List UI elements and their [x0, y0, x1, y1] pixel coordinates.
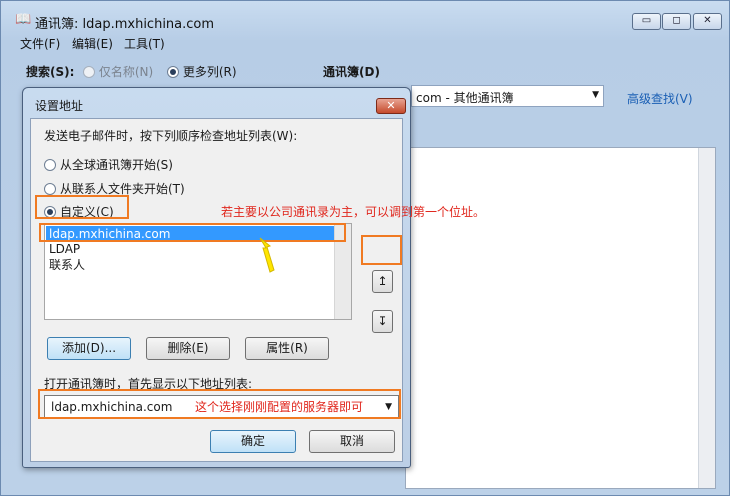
annotation-note-top: 若主要以公司通讯录为主，可以调到第一个位址。: [221, 205, 486, 219]
dialog-title: 设置地址: [35, 99, 84, 113]
menu-edit[interactable]: 编辑(E): [72, 35, 113, 52]
yellow-arrow-icon: [259, 237, 275, 273]
radio-contacts-label: 从联系人文件夹开始(T): [60, 182, 185, 196]
ok-button[interactable]: 确定: [210, 430, 296, 453]
address-book-select[interactable]: com - 其他通讯簿 ▼: [411, 85, 604, 107]
window-title: 通讯簿: ldap.mxhichina.com: [35, 17, 215, 32]
address-book-icon: 📖: [15, 12, 32, 27]
annotation-note-select: 这个选择刚刚配置的服务器即可: [195, 398, 364, 415]
arrow-down-icon: ↧: [377, 314, 388, 328]
dialog-close-button[interactable]: ✕: [376, 98, 406, 114]
radio-name-label: 仅名称(N): [98, 65, 154, 79]
results-list[interactable]: [405, 147, 716, 489]
add-button[interactable]: 添加(D)...: [47, 337, 131, 360]
move-down-button[interactable]: ↧: [372, 310, 393, 333]
arrow-up-icon: ↥: [377, 274, 388, 288]
radio-more-label: 更多列(R): [182, 65, 237, 79]
properties-button[interactable]: 属性(R): [245, 337, 329, 360]
move-up-button[interactable]: ↥: [372, 270, 393, 293]
list-item[interactable]: LDAP: [46, 241, 334, 257]
radio-icon: [83, 66, 95, 78]
menu-bar: 文件(F) 编辑(E) 工具(T): [1, 32, 729, 52]
close-icon: ✕: [386, 99, 396, 112]
delete-button[interactable]: 删除(E): [146, 337, 230, 360]
chevron-down-icon: ▼: [592, 90, 599, 100]
menu-tools[interactable]: 工具(T): [124, 35, 165, 52]
highlight-up-button: [361, 235, 402, 265]
address-book-label: 通讯簿(D): [323, 65, 380, 79]
results-scrollbar[interactable]: [698, 148, 715, 488]
radio-icon: [44, 159, 56, 171]
title-bar: 📖 通讯簿: ldap.mxhichina.com ▭ ◻ ✕: [1, 1, 729, 33]
close-button[interactable]: ✕: [693, 13, 722, 30]
highlight-custom-option: [35, 195, 129, 219]
maximize-button[interactable]: ◻: [662, 13, 691, 30]
list-item[interactable]: 联系人: [46, 257, 334, 273]
menu-file[interactable]: 文件(F): [20, 35, 60, 52]
radio-global-address-list[interactable]: 从全球通讯簿开始(S): [44, 156, 173, 173]
radio-more-columns[interactable]: 更多列(R): [167, 63, 237, 80]
radio-name-only[interactable]: 仅名称(N): [83, 63, 153, 80]
order-label: 发送电子邮件时，按下列顺序检查地址列表(W):: [44, 129, 298, 143]
advanced-find-link[interactable]: 高级查找(V): [627, 90, 693, 107]
address-book-select-value: com - 其他通讯簿: [416, 91, 514, 105]
search-label: 搜索(S):: [26, 65, 75, 79]
radio-global-label: 从全球通讯簿开始(S): [60, 158, 173, 172]
minimize-button[interactable]: ▭: [632, 13, 661, 30]
radio-icon: [167, 66, 179, 78]
search-row: 搜索(S): 仅名称(N) 更多列(R) 通讯簿(D): [1, 59, 729, 81]
radio-icon: [44, 183, 56, 195]
cancel-button[interactable]: 取消: [309, 430, 395, 453]
highlight-first-row: [39, 223, 346, 242]
